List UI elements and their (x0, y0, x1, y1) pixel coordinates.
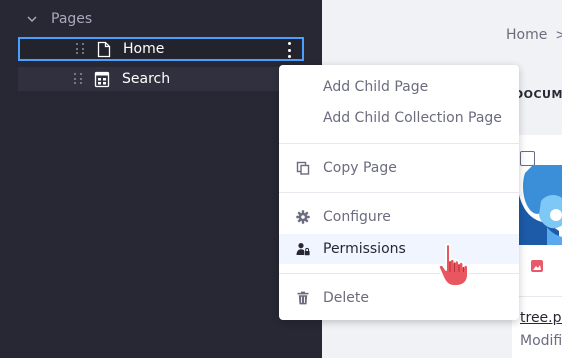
chevron-down-icon (26, 13, 38, 25)
breadcrumb-home-link[interactable]: Home (506, 27, 547, 43)
menu-item-copy-page[interactable]: Copy Page (279, 153, 519, 183)
card-checkbox[interactable] (520, 151, 535, 166)
menu-item-label: Permissions (323, 241, 406, 257)
tree-item-label: Search (122, 71, 171, 87)
drag-handle-icon[interactable] (74, 73, 84, 85)
menu-item-label: Delete (323, 290, 369, 306)
menu-item-permissions[interactable]: Permissions (279, 234, 519, 264)
drag-handle-icon[interactable] (76, 43, 86, 55)
menu-item-label: Copy Page (323, 160, 397, 176)
user-lock-icon (296, 242, 310, 256)
menu-item-label: Add Child Page (323, 79, 429, 95)
card-divider (512, 296, 562, 297)
breadcrumb: Home > (506, 27, 562, 43)
menu-divider (279, 192, 519, 193)
gear-icon (296, 210, 310, 224)
hand-pointer-cursor-icon (436, 242, 478, 288)
document-card[interactable]: tree.png Modified (512, 135, 562, 358)
pages-section-header[interactable]: Pages (26, 9, 92, 29)
tree-item-label: Home (123, 41, 165, 57)
file-name-link[interactable]: tree.png (520, 310, 562, 326)
kebab-menu-icon[interactable] (283, 41, 295, 59)
copy-icon (296, 161, 310, 175)
menu-item-add-child-page[interactable]: Add Child Page (279, 72, 519, 102)
tree-item-search[interactable]: Search (18, 67, 304, 91)
documents-section-label: DOCUMENTS (514, 88, 562, 101)
trash-icon (296, 291, 310, 305)
menu-item-delete[interactable]: Delete (279, 283, 519, 313)
menu-item-add-child-collection-page[interactable]: Add Child Collection Page (279, 103, 519, 133)
file-modified-label: Modified (520, 333, 562, 349)
menu-divider (279, 273, 519, 274)
breadcrumb-separator: > (555, 27, 562, 43)
page-actions-menu: Add Child Page Add Child Collection Page… (279, 65, 519, 320)
page-tree-sidebar: Pages Home Search (0, 0, 322, 358)
pages-section-title: Pages (51, 11, 93, 27)
page-icon (96, 41, 112, 58)
menu-item-configure[interactable]: Configure (279, 202, 519, 232)
menu-item-label: Add Child Collection Page (323, 110, 502, 126)
collection-page-icon (94, 71, 110, 88)
image-file-icon (530, 258, 544, 272)
tree-item-home[interactable]: Home (18, 37, 304, 61)
menu-divider (279, 143, 519, 144)
menu-item-label: Configure (323, 209, 391, 225)
